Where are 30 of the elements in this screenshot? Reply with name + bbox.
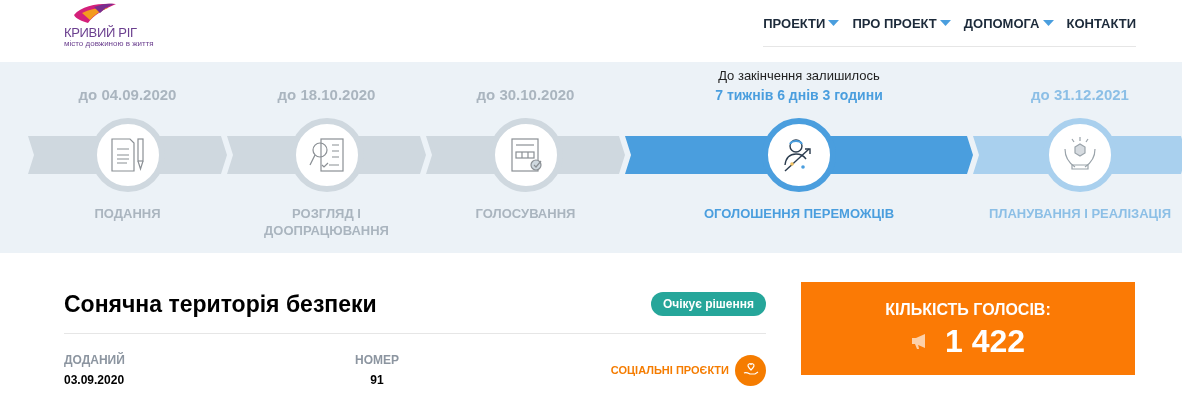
- stage-date: до 18.10.2020: [277, 84, 376, 105]
- votes-label: КІЛЬКІСТЬ ГОЛОСІВ:: [885, 299, 1051, 320]
- countdown-label: До закінчення залишилось: [718, 66, 880, 85]
- logo-tagline: місто довжиною в життя: [64, 39, 154, 48]
- stage-label: ОГОЛОШЕННЯ ПЕРЕМОЖЦІВ: [702, 205, 896, 222]
- stage-date: до 04.09.2020: [78, 84, 177, 105]
- stage-label: ПЛАНУВАННЯ І РЕАЛІЗАЦІЯ: [988, 205, 1172, 222]
- stage-label: ПОДАННЯ: [93, 205, 162, 222]
- stage-label: РОЗГЛЯД І ДООПРАЦЮВАННЯ: [263, 205, 390, 239]
- logo-title: КРИВИЙ РІГ: [64, 26, 137, 39]
- status-badge: Очікує рішення: [650, 292, 766, 316]
- nav-link[interactable]: ПРОЕКТИ: [763, 14, 840, 34]
- nav-link[interactable]: ДОПОМОГА: [963, 14, 1054, 34]
- caret-down-icon: [828, 20, 840, 28]
- stage-label: ГОЛОСУВАННЯ: [474, 205, 577, 222]
- field-value: 03.09.2020: [64, 372, 125, 389]
- heart-hand-icon: [735, 354, 766, 386]
- caret-down-icon: [939, 20, 951, 28]
- nav-link[interactable]: ПРО ПРОЕКТ: [852, 14, 951, 34]
- stage-date: до 30.10.2020: [476, 84, 575, 105]
- category-label: СОЦІАЛЬНІ ПРОЄКТИ: [610, 362, 729, 378]
- stage-date: до 31.12.2021: [1031, 84, 1129, 105]
- votes-count: 1 422: [944, 321, 1026, 360]
- field-value: 91: [370, 372, 384, 389]
- field-label: НОМЕР: [355, 352, 399, 369]
- field-label: ДОДАНИЙ: [64, 351, 125, 369]
- countdown-value: 7 тижнів 6 днів 3 години: [715, 86, 883, 105]
- nav-link[interactable]: КОНТАКТИ: [1066, 14, 1136, 34]
- project-title: Сонячна територія безпеки: [64, 289, 377, 319]
- caret-down-icon: [1042, 20, 1054, 28]
